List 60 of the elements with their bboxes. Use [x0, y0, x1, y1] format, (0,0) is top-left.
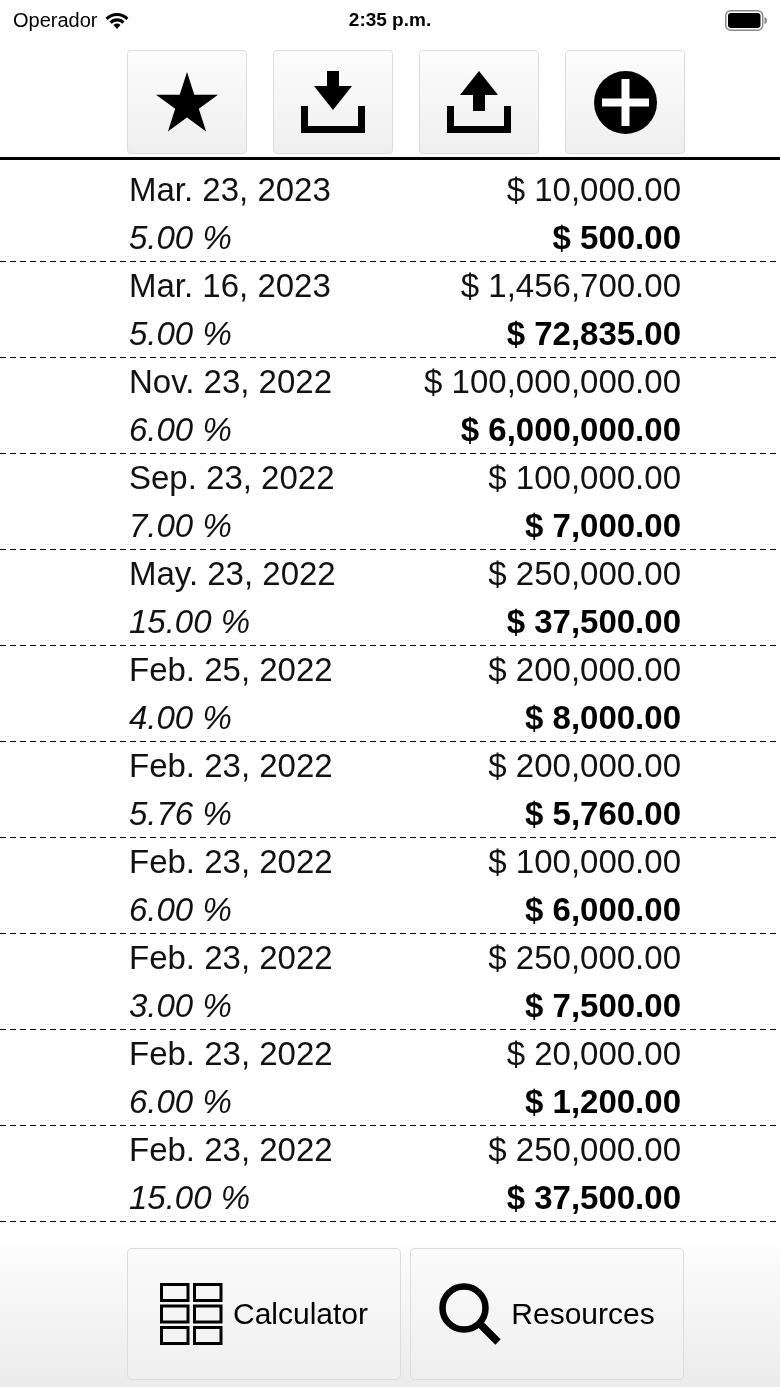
entry-rate: 15.00 % — [129, 1178, 252, 1218]
entry-interest: $ 7,000.00 — [525, 506, 681, 546]
entry-amount: $ 100,000.00 — [488, 458, 681, 498]
add-button[interactable] — [565, 50, 685, 154]
entry-date: Feb. 23, 2022 — [129, 1034, 334, 1074]
entry-rate: 7.00 % — [129, 506, 233, 546]
entry-amount: $ 100,000.00 — [488, 842, 681, 882]
grid-icon — [159, 1283, 223, 1345]
entry-date: Feb. 23, 2022 — [129, 938, 334, 978]
entry-interest: $ 1,200.00 — [525, 1082, 681, 1122]
entry-interest: $ 8,000.00 — [525, 698, 681, 738]
entry-amount: $ 250,000.00 — [488, 938, 681, 978]
entry-amount: $ 10,000.00 — [506, 170, 681, 210]
entry-interest: $ 72,835.00 — [506, 314, 681, 354]
download-button[interactable] — [273, 50, 393, 154]
entry-interest: $ 5,760.00 — [525, 794, 681, 834]
entry-amount: $ 250,000.00 — [488, 1130, 681, 1170]
entry-date: Feb. 25, 2022 — [129, 650, 334, 690]
star-button[interactable] — [127, 50, 247, 154]
entry-date: Nov. 23, 2022 — [129, 362, 334, 402]
star-icon — [156, 72, 218, 132]
entry-date: Mar. 16, 2023 — [129, 266, 332, 306]
calculator-button[interactable]: Calculator — [127, 1248, 401, 1380]
entry-amount: $ 200,000.00 — [488, 650, 681, 690]
entry-interest: $ 6,000.00 — [525, 890, 681, 930]
carrier-name: Operador — [13, 8, 98, 32]
entry-rate: 6.00 % — [129, 1082, 233, 1122]
entry-date: Mar. 23, 2023 — [129, 170, 332, 210]
entry-rate: 3.00 % — [129, 986, 233, 1026]
entry-rate: 15.00 % — [129, 602, 252, 642]
download-icon — [301, 71, 365, 133]
entry-amount: $ 250,000.00 — [488, 554, 681, 594]
entry-amount: $ 20,000.00 — [506, 1034, 681, 1074]
entry-rate: 5.00 % — [129, 218, 233, 258]
entry-interest: $ 37,500.00 — [506, 602, 681, 642]
entry-amount: $ 200,000.00 — [488, 746, 681, 786]
upload-icon — [447, 71, 511, 133]
resources-button[interactable]: Resources — [410, 1248, 684, 1380]
entry-amount: $ 100,000,000.00 — [424, 362, 681, 402]
clock-time: 2:35 p.m. — [348, 9, 432, 31]
wifi-icon — [104, 11, 129, 29]
entry-interest: $ 7,500.00 — [525, 986, 681, 1026]
entry-rate: 4.00 % — [129, 698, 233, 738]
entry-interest: $ 37,500.00 — [506, 1178, 681, 1218]
entry-interest: $ 6,000,000.00 — [460, 410, 681, 450]
entry-date: Feb. 23, 2022 — [129, 1130, 334, 1170]
entry-date: May. 23, 2022 — [129, 554, 337, 594]
entry-amount: $ 1,456,700.00 — [460, 266, 681, 306]
plus-circle-icon — [593, 70, 657, 134]
entry-rate: 5.00 % — [129, 314, 233, 354]
entry-date: Feb. 23, 2022 — [129, 842, 334, 882]
entry-rate: 6.00 % — [129, 890, 233, 930]
entry-rate: 5.76 % — [129, 794, 233, 834]
entry-date: Feb. 23, 2022 — [129, 746, 334, 786]
search-icon — [439, 1283, 502, 1345]
upload-button[interactable] — [419, 50, 539, 154]
entry-interest: $ 500.00 — [552, 218, 681, 258]
battery-icon — [725, 9, 767, 31]
entry-rate: 6.00 % — [129, 410, 233, 450]
entry-date: Sep. 23, 2022 — [129, 458, 336, 498]
